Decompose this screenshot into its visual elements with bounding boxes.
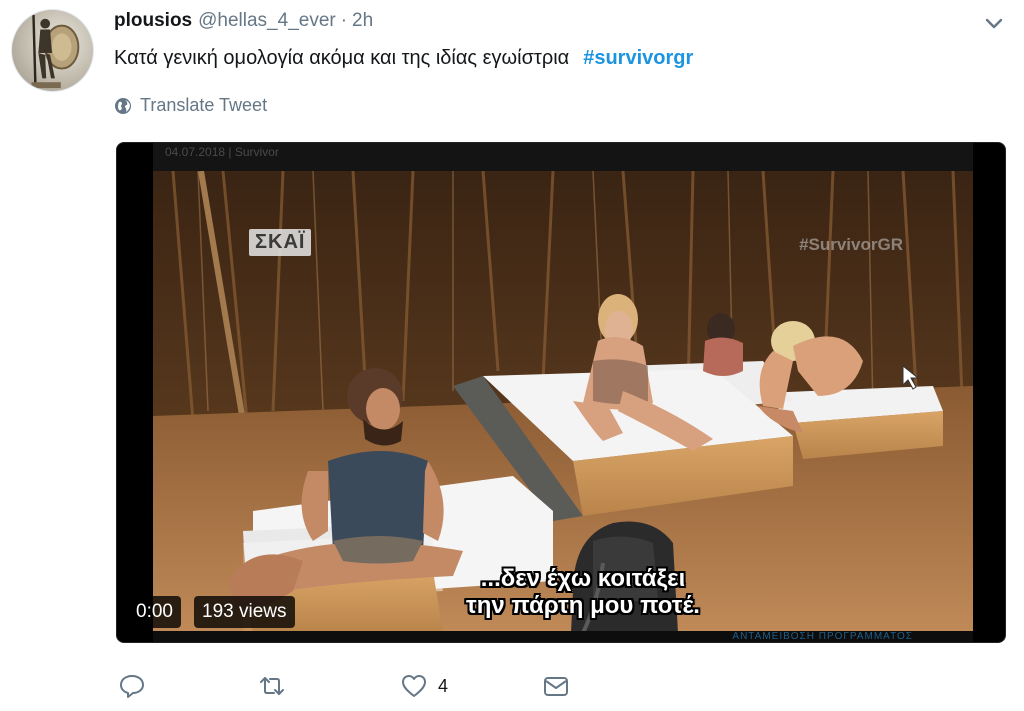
reply-icon [120,675,144,698]
heart-icon [402,675,426,697]
like-count: 4 [438,675,449,696]
hashtag-link[interactable]: #survivorgr [583,47,693,69]
like-button[interactable]: 4 [400,671,448,701]
warrior-avatar-icon [31,14,80,89]
retweet-button[interactable] [258,671,286,701]
user-handle[interactable]: @hellas_4_ever [198,10,336,32]
video-duration-badge: 0:00 [128,596,181,628]
display-name[interactable]: plousios [114,10,192,32]
envelope-icon [544,677,568,696]
retweet-icon [260,677,284,695]
video-frame[interactable]: ΣΚΑΪ #SurvivorGR ...δεν έχω κοιτάξει την… [153,171,973,633]
tweet-header: plousios @hellas_4_ever · 2h [114,10,373,36]
subtitle-line-1: ...δεν έχω κοιτάξει [480,565,686,592]
tweet-timestamp[interactable]: 2h [352,10,373,32]
video-player[interactable]: 04.07.2018 | Survivor ΣΚΑΪ #SurvivorGR .… [116,142,1006,643]
translate-label: Translate Tweet [140,95,268,115]
video-views-badge: 193 views [194,596,295,628]
video-subtitle: ...δεν έχω κοιτάξει την πάρτη μου ποτέ. [423,565,743,619]
tweet-text: Κατά γενική ομολογία ακόμα και της ιδίας… [114,45,693,71]
chevron-down-icon [985,18,1003,29]
subtitle-line-2: την πάρτη μου ποτέ. [466,592,700,619]
channel-logo: ΣΚΑΪ [249,229,312,256]
more-options-button[interactable] [982,14,1006,34]
video-top-caption: 04.07.2018 | Survivor [165,145,279,159]
translate-tweet-link[interactable]: Translate Tweet [114,95,267,116]
channel-watermark: #SurvivorGR [799,235,903,254]
tweet-body: Κατά γενική ομολογία ακόμα και της ιδίας… [114,47,570,69]
header-separator: · [340,10,348,31]
reply-button[interactable] [118,671,146,701]
video-bottom-caption: ΑΝΤΑΜΕΙΒΟΣΗ ΠΡΟΓΡΑΜΜΑΤΟΣ [732,631,913,642]
globe-icon [115,97,131,114]
video-bottom-strip: ΑΝΤΑΜΕΙΒΟΣΗ ΠΡΟΓΡΑΜΜΑΤΟΣ [153,631,973,642]
avatar[interactable] [11,9,94,92]
direct-message-button[interactable] [542,671,570,701]
tweet-card: plousios @hellas_4_ever · 2h Κατά γενική… [0,0,1024,711]
